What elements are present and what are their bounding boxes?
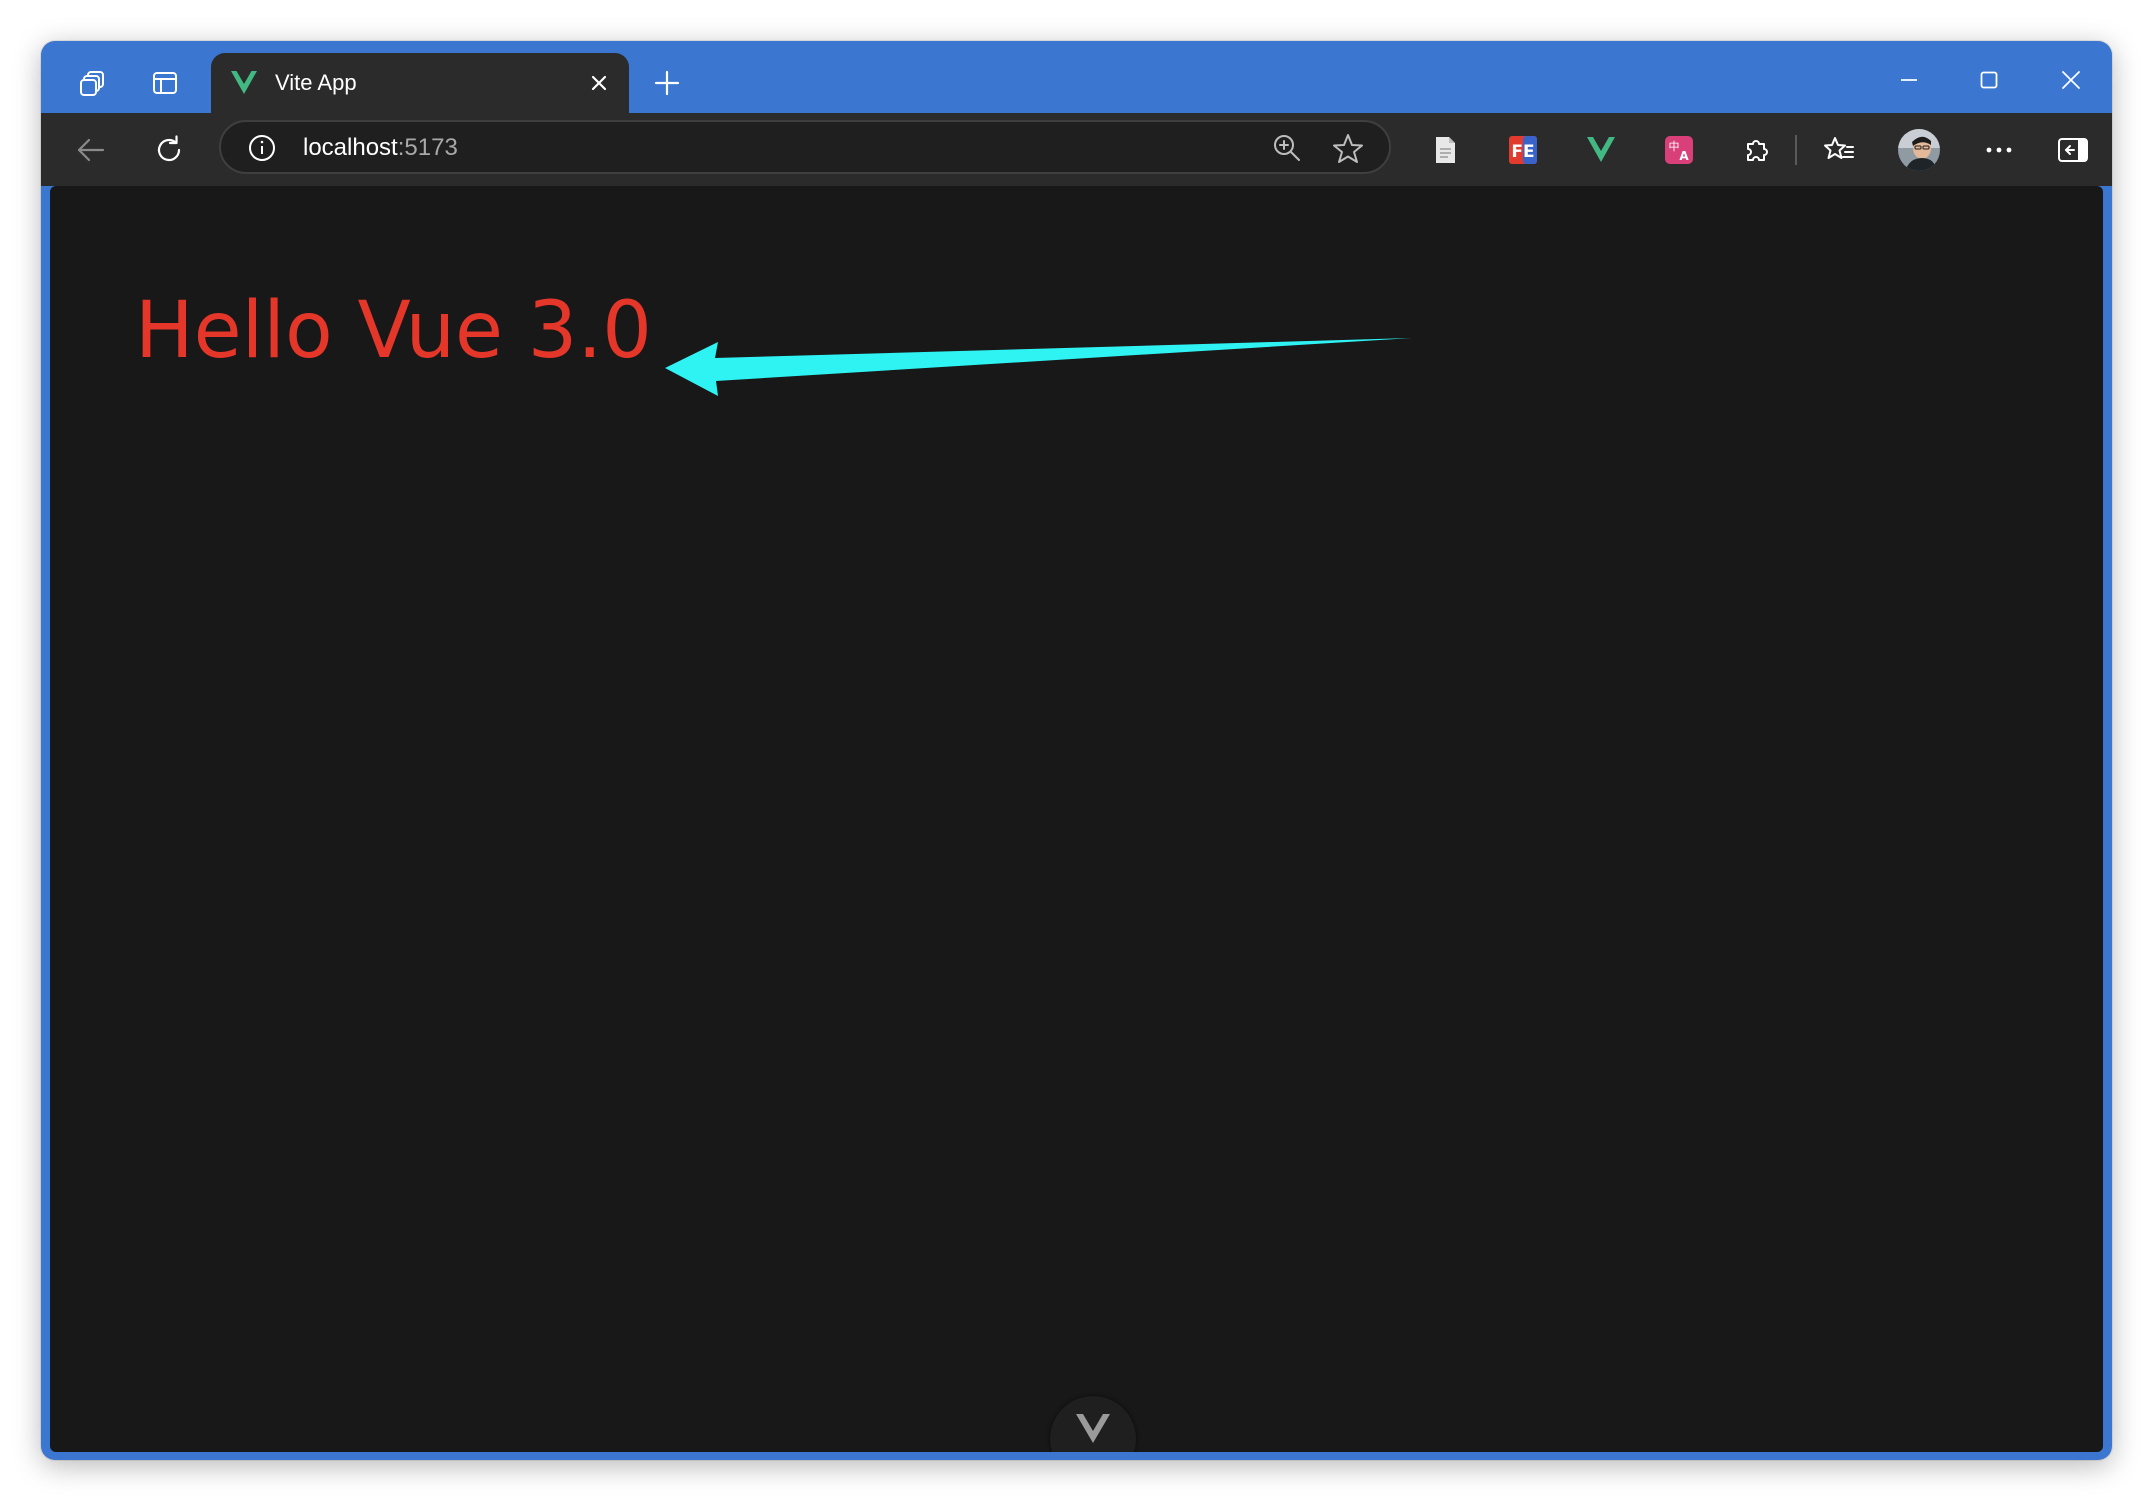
tab-close-button[interactable] — [581, 65, 617, 101]
extensions-puzzle-icon — [1747, 140, 1768, 161]
browser-window: Vite App localhost:5173 FE 中 A Hello Vue… — [41, 41, 2112, 1460]
workspaces-button[interactable] — [69, 61, 117, 105]
tab-title: Vite App — [275, 70, 357, 95]
toolbar-separator — [1795, 135, 1797, 165]
site-info-icon[interactable] — [247, 133, 277, 163]
fe-helper-icon: FE — [1509, 136, 1537, 164]
extensions-button[interactable] — [1731, 125, 1783, 175]
translate-icon: 中 A — [1665, 136, 1693, 164]
profile-button[interactable] — [1893, 125, 1945, 175]
page-icon — [1436, 137, 1455, 163]
vue-devtools-icon — [1587, 137, 1615, 162]
close-icon — [2062, 71, 2080, 89]
minimize-button[interactable] — [1877, 55, 1941, 105]
favorites-icon — [1824, 137, 1854, 159]
plus-icon — [654, 70, 680, 96]
close-icon — [591, 75, 607, 91]
favorites-button[interactable] — [1813, 125, 1865, 175]
browser-toolbar: localhost:5173 FE 中 A — [41, 113, 2112, 186]
refresh-icon — [157, 135, 181, 162]
maximize-button[interactable] — [1957, 55, 2021, 105]
url-text: localhost:5173 — [303, 134, 458, 162]
vue-devtools-extension-button[interactable] — [1575, 125, 1627, 175]
zoom-in-icon[interactable] — [1271, 132, 1303, 164]
tab-strip: Vite App — [41, 41, 2112, 113]
new-tab-button[interactable] — [643, 61, 691, 105]
translate-extension-button[interactable]: 中 A — [1653, 125, 1705, 175]
page-extension-button[interactable] — [1419, 125, 1471, 175]
workspaces-icon — [80, 71, 104, 96]
refresh-button[interactable] — [143, 125, 195, 175]
url-host: localhost — [303, 134, 398, 161]
page-viewport: Hello Vue 3.0 — [50, 186, 2103, 1452]
profile-avatar — [1898, 129, 1940, 171]
more-menu-button[interactable] — [1973, 125, 2025, 175]
more-icon — [1986, 147, 2012, 153]
active-tab[interactable]: Vite App — [211, 53, 629, 113]
url-port: :5173 — [397, 134, 458, 161]
vue-devtools-toggle[interactable] — [1050, 1396, 1136, 1452]
favorite-star-icon[interactable] — [1331, 132, 1365, 166]
close-window-button[interactable] — [2039, 55, 2103, 105]
minimize-icon — [1901, 79, 1917, 81]
vue-logo-icon — [229, 68, 259, 98]
svg-text:FE: FE — [1511, 142, 1534, 162]
fe-helper-extension-button[interactable]: FE — [1497, 125, 1549, 175]
tab-actions-icon — [153, 72, 177, 94]
maximize-icon — [1980, 71, 1998, 89]
svg-text:中: 中 — [1669, 140, 1680, 153]
back-button[interactable] — [65, 125, 117, 175]
svg-text:A: A — [1679, 149, 1689, 163]
sidebar-toggle-icon — [2058, 138, 2088, 162]
sidebar-toggle-button[interactable] — [2047, 125, 2099, 175]
address-bar[interactable]: localhost:5173 — [219, 120, 1391, 174]
arrow-left-icon — [77, 138, 105, 162]
vue-logo-icon — [1076, 1414, 1110, 1443]
annotation-arrow — [665, 338, 1412, 396]
vertical-tabs-button[interactable] — [141, 61, 189, 105]
